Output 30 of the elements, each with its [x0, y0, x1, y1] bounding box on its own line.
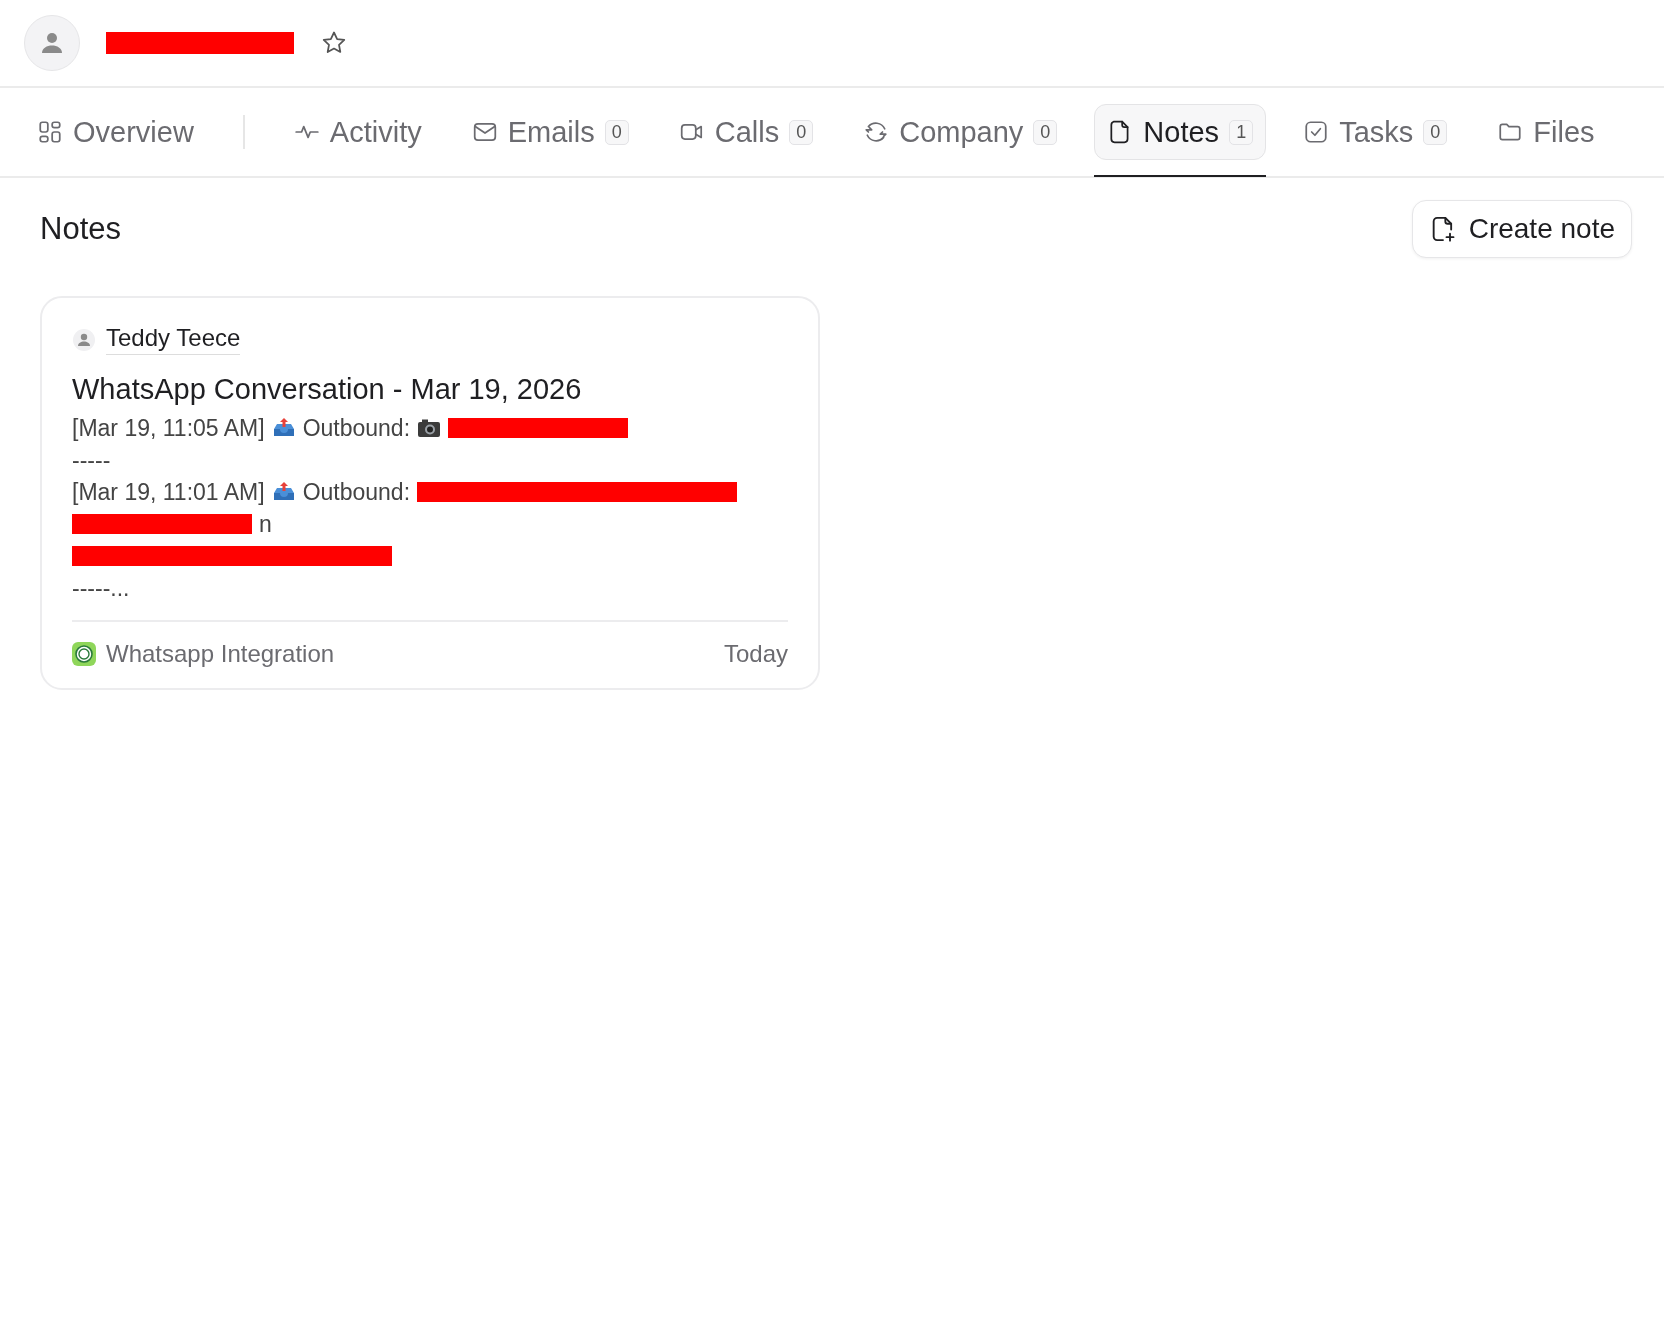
note-text: n — [259, 510, 272, 539]
note-text: [Mar 19, 11:05 AM] — [72, 414, 265, 443]
tab[interactable]: Emails 0 — [458, 104, 642, 160]
tab[interactable]: Calls 0 — [665, 104, 827, 160]
source-label: Whatsapp Integration — [106, 640, 335, 668]
count-badge: 0 — [604, 119, 629, 145]
note-text: Outbound: — [302, 414, 411, 443]
count-badge: 0 — [789, 119, 814, 145]
avatar — [24, 15, 80, 71]
checkbox-icon — [1303, 119, 1330, 145]
note-card[interactable]: Teddy Teece WhatsApp Conversation - Mar 19, 2026 [Mar 19, 11:05 AM] Outbound: ----- [Mar 19, 11:01 AM] Outbound: n -----... Whatsapp Integration Today — [40, 296, 820, 690]
note-text: -----... — [72, 574, 130, 603]
tab[interactable]: Tasks 0 — [1290, 104, 1461, 160]
note-title: WhatsApp Conversation - Mar 19, 2026 — [72, 373, 583, 406]
grid-icon — [37, 119, 63, 145]
note-text: ----- — [72, 446, 111, 475]
tab[interactable]: Files — [1484, 104, 1608, 160]
tab[interactable]: Company 0 — [850, 104, 1071, 160]
avatar-icon — [72, 327, 96, 352]
author-link[interactable]: Teddy Teece — [106, 324, 241, 355]
count-badge: 0 — [1423, 119, 1448, 145]
note-date: Today — [723, 640, 788, 668]
note-text: Outbound: — [302, 478, 411, 507]
section-title: Notes — [40, 211, 121, 247]
tab[interactable]: Activity — [280, 104, 435, 160]
count-badge: 0 — [1033, 119, 1058, 145]
create-note-button[interactable]: Create note — [1411, 200, 1632, 258]
note-text: [Mar 19, 11:01 AM] — [72, 478, 265, 507]
count-badge: 1 — [1229, 119, 1254, 145]
tab[interactable]: Overview — [24, 104, 207, 160]
